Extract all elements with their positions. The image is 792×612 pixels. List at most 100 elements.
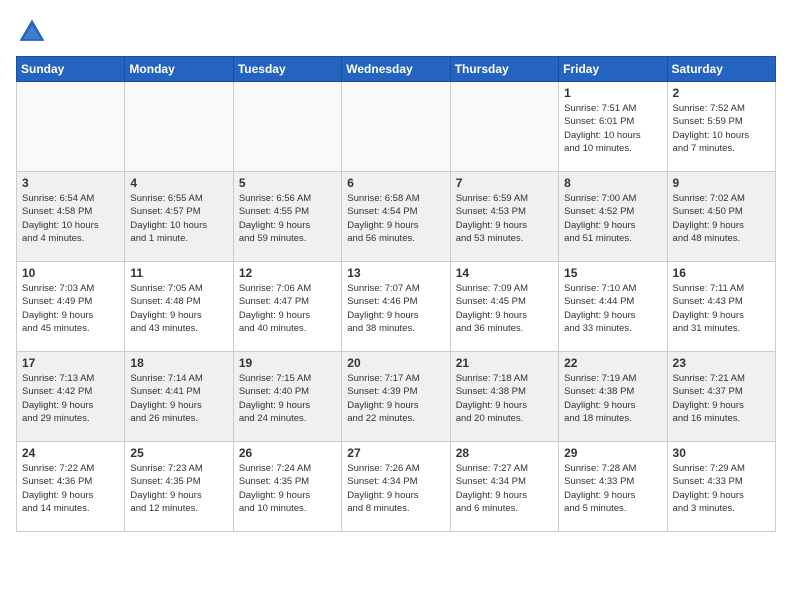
day-number: 8 xyxy=(564,176,661,190)
day-info: Sunrise: 7:21 AM Sunset: 4:37 PM Dayligh… xyxy=(673,372,770,425)
calendar-day-cell: 22 Sunrise: 7:19 AM Sunset: 4:38 PM Dayli… xyxy=(559,352,667,442)
day-number: 22 xyxy=(564,356,661,370)
day-info: Sunrise: 7:09 AM Sunset: 4:45 PM Dayligh… xyxy=(456,282,553,335)
weekday-header: Tuesday xyxy=(233,57,341,82)
calendar-day-cell: 15 Sunrise: 7:10 AM Sunset: 4:44 PM Dayli… xyxy=(559,262,667,352)
day-info: Sunrise: 7:10 AM Sunset: 4:44 PM Dayligh… xyxy=(564,282,661,335)
day-number: 21 xyxy=(456,356,553,370)
day-info: Sunrise: 7:17 AM Sunset: 4:39 PM Dayligh… xyxy=(347,372,444,425)
calendar-week-row: 3 Sunrise: 6:54 AM Sunset: 4:58 PM Daylig… xyxy=(17,172,776,262)
weekday-header: Wednesday xyxy=(342,57,450,82)
day-info: Sunrise: 7:26 AM Sunset: 4:34 PM Dayligh… xyxy=(347,462,444,515)
calendar-day-cell xyxy=(125,82,233,172)
calendar-day-cell xyxy=(342,82,450,172)
day-number: 26 xyxy=(239,446,336,460)
calendar-day-cell: 14 Sunrise: 7:09 AM Sunset: 4:45 PM Dayli… xyxy=(450,262,558,352)
calendar-day-cell: 21Sunrise: 7:18 AM Sunset: 4:38 PM Dayli… xyxy=(450,352,558,442)
day-number: 14 xyxy=(456,266,553,280)
calendar-day-cell: 19 Sunrise: 7:15 AM Sunset: 4:40 PM Dayli… xyxy=(233,352,341,442)
calendar-day-cell: 4 Sunrise: 6:55 AM Sunset: 4:57 PM Daylig… xyxy=(125,172,233,262)
calendar-header-row: SundayMondayTuesdayWednesdayThursdayFrid… xyxy=(17,57,776,82)
day-number: 24 xyxy=(22,446,119,460)
day-info: Sunrise: 7:11 AM Sunset: 4:43 PM Dayligh… xyxy=(673,282,770,335)
day-number: 23 xyxy=(673,356,770,370)
calendar-day-cell: 17 Sunrise: 7:13 AM Sunset: 4:42 PM Dayli… xyxy=(17,352,125,442)
weekday-header: Friday xyxy=(559,57,667,82)
day-number: 1 xyxy=(564,86,661,100)
calendar-day-cell: 11 Sunrise: 7:05 AM Sunset: 4:48 PM Dayli… xyxy=(125,262,233,352)
day-info: Sunrise: 7:19 AM Sunset: 4:38 PM Dayligh… xyxy=(564,372,661,425)
day-number: 4 xyxy=(130,176,227,190)
weekday-header: Monday xyxy=(125,57,233,82)
calendar-day-cell: 13 Sunrise: 7:07 AM Sunset: 4:46 PM Dayli… xyxy=(342,262,450,352)
day-info: Sunrise: 6:55 AM Sunset: 4:57 PM Dayligh… xyxy=(130,192,227,245)
day-info: Sunrise: 7:24 AM Sunset: 4:35 PM Dayligh… xyxy=(239,462,336,515)
day-info: Sunrise: 7:03 AM Sunset: 4:49 PM Dayligh… xyxy=(22,282,119,335)
day-info: Sunrise: 7:22 AM Sunset: 4:36 PM Dayligh… xyxy=(22,462,119,515)
day-info: Sunrise: 6:58 AM Sunset: 4:54 PM Dayligh… xyxy=(347,192,444,245)
day-info: Sunrise: 7:51 AM Sunset: 6:01 PM Dayligh… xyxy=(564,102,661,155)
calendar-day-cell xyxy=(17,82,125,172)
day-number: 17 xyxy=(22,356,119,370)
day-number: 6 xyxy=(347,176,444,190)
day-number: 11 xyxy=(130,266,227,280)
day-info: Sunrise: 6:56 AM Sunset: 4:55 PM Dayligh… xyxy=(239,192,336,245)
calendar-week-row: 17 Sunrise: 7:13 AM Sunset: 4:42 PM Dayli… xyxy=(17,352,776,442)
day-info: Sunrise: 7:29 AM Sunset: 4:33 PM Dayligh… xyxy=(673,462,770,515)
calendar-day-cell: 10 Sunrise: 7:03 AM Sunset: 4:49 PM Dayli… xyxy=(17,262,125,352)
day-info: Sunrise: 7:13 AM Sunset: 4:42 PM Dayligh… xyxy=(22,372,119,425)
day-number: 18 xyxy=(130,356,227,370)
day-number: 12 xyxy=(239,266,336,280)
calendar-week-row: 24 Sunrise: 7:22 AM Sunset: 4:36 PM Dayli… xyxy=(17,442,776,532)
day-number: 25 xyxy=(130,446,227,460)
calendar-day-cell xyxy=(233,82,341,172)
calendar-week-row: 1 Sunrise: 7:51 AM Sunset: 6:01 PM Daylig… xyxy=(17,82,776,172)
logo-icon xyxy=(16,16,48,48)
day-number: 7 xyxy=(456,176,553,190)
day-info: Sunrise: 7:23 AM Sunset: 4:35 PM Dayligh… xyxy=(130,462,227,515)
day-number: 10 xyxy=(22,266,119,280)
calendar-day-cell: 7Sunrise: 6:59 AM Sunset: 4:53 PM Daylig… xyxy=(450,172,558,262)
day-number: 3 xyxy=(22,176,119,190)
calendar-day-cell: 16 Sunrise: 7:11 AM Sunset: 4:43 PM Dayli… xyxy=(667,262,775,352)
calendar-day-cell: 1 Sunrise: 7:51 AM Sunset: 6:01 PM Daylig… xyxy=(559,82,667,172)
weekday-header: Sunday xyxy=(17,57,125,82)
day-info: Sunrise: 7:15 AM Sunset: 4:40 PM Dayligh… xyxy=(239,372,336,425)
calendar-day-cell: 30 Sunrise: 7:29 AM Sunset: 4:33 PM Dayli… xyxy=(667,442,775,532)
day-info: Sunrise: 7:02 AM Sunset: 4:50 PM Dayligh… xyxy=(673,192,770,245)
page-wrapper: SundayMondayTuesdayWednesdayThursdayFrid… xyxy=(16,16,776,532)
day-number: 27 xyxy=(347,446,444,460)
weekday-header: Thursday xyxy=(450,57,558,82)
calendar-day-cell: 28 Sunrise: 7:27 AM Sunset: 4:34 PM Dayli… xyxy=(450,442,558,532)
page-header xyxy=(16,16,776,48)
day-info: Sunrise: 6:54 AM Sunset: 4:58 PM Dayligh… xyxy=(22,192,119,245)
day-info: Sunrise: 7:27 AM Sunset: 4:34 PM Dayligh… xyxy=(456,462,553,515)
calendar-table: SundayMondayTuesdayWednesdayThursdayFrid… xyxy=(16,56,776,532)
day-number: 9 xyxy=(673,176,770,190)
calendar-day-cell: 27 Sunrise: 7:26 AM Sunset: 4:34 PM Dayli… xyxy=(342,442,450,532)
day-number: 28 xyxy=(456,446,553,460)
calendar-day-cell: 20Sunrise: 7:17 AM Sunset: 4:39 PM Dayli… xyxy=(342,352,450,442)
calendar-day-cell: 26 Sunrise: 7:24 AM Sunset: 4:35 PM Dayli… xyxy=(233,442,341,532)
day-info: Sunrise: 7:14 AM Sunset: 4:41 PM Dayligh… xyxy=(130,372,227,425)
day-info: Sunrise: 7:00 AM Sunset: 4:52 PM Dayligh… xyxy=(564,192,661,245)
day-number: 15 xyxy=(564,266,661,280)
calendar-day-cell: 9 Sunrise: 7:02 AM Sunset: 4:50 PM Daylig… xyxy=(667,172,775,262)
day-number: 19 xyxy=(239,356,336,370)
calendar-day-cell: 24 Sunrise: 7:22 AM Sunset: 4:36 PM Dayli… xyxy=(17,442,125,532)
calendar-day-cell: 2Sunrise: 7:52 AM Sunset: 5:59 PM Daylig… xyxy=(667,82,775,172)
day-info: Sunrise: 7:05 AM Sunset: 4:48 PM Dayligh… xyxy=(130,282,227,335)
day-number: 13 xyxy=(347,266,444,280)
day-number: 30 xyxy=(673,446,770,460)
calendar-day-cell: 29Sunrise: 7:28 AM Sunset: 4:33 PM Dayli… xyxy=(559,442,667,532)
calendar-week-row: 10 Sunrise: 7:03 AM Sunset: 4:49 PM Dayli… xyxy=(17,262,776,352)
calendar-day-cell: 5Sunrise: 6:56 AM Sunset: 4:55 PM Daylig… xyxy=(233,172,341,262)
calendar-day-cell: 23 Sunrise: 7:21 AM Sunset: 4:37 PM Dayli… xyxy=(667,352,775,442)
day-number: 16 xyxy=(673,266,770,280)
calendar-day-cell xyxy=(450,82,558,172)
weekday-header: Saturday xyxy=(667,57,775,82)
day-number: 2 xyxy=(673,86,770,100)
day-info: Sunrise: 7:07 AM Sunset: 4:46 PM Dayligh… xyxy=(347,282,444,335)
day-info: Sunrise: 7:06 AM Sunset: 4:47 PM Dayligh… xyxy=(239,282,336,335)
calendar-day-cell: 8 Sunrise: 7:00 AM Sunset: 4:52 PM Daylig… xyxy=(559,172,667,262)
